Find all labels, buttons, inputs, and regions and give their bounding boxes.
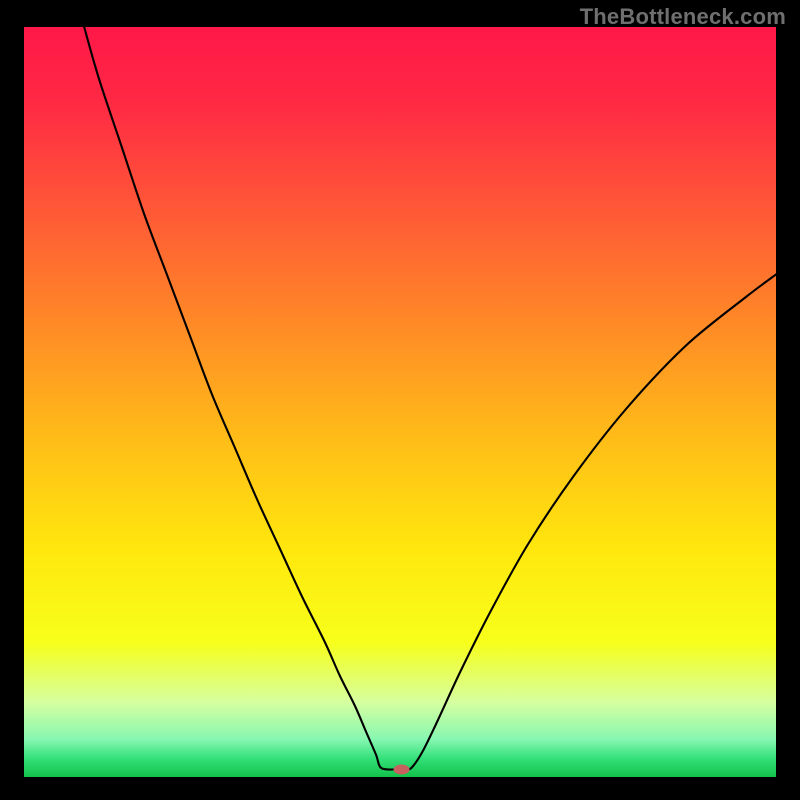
plot-area — [24, 27, 776, 777]
current-point-marker — [394, 765, 410, 775]
gradient-background — [24, 27, 776, 777]
chart-frame: TheBottleneck.com — [0, 0, 800, 800]
watermark-text: TheBottleneck.com — [580, 4, 786, 30]
bottleneck-plot-svg — [24, 27, 776, 777]
